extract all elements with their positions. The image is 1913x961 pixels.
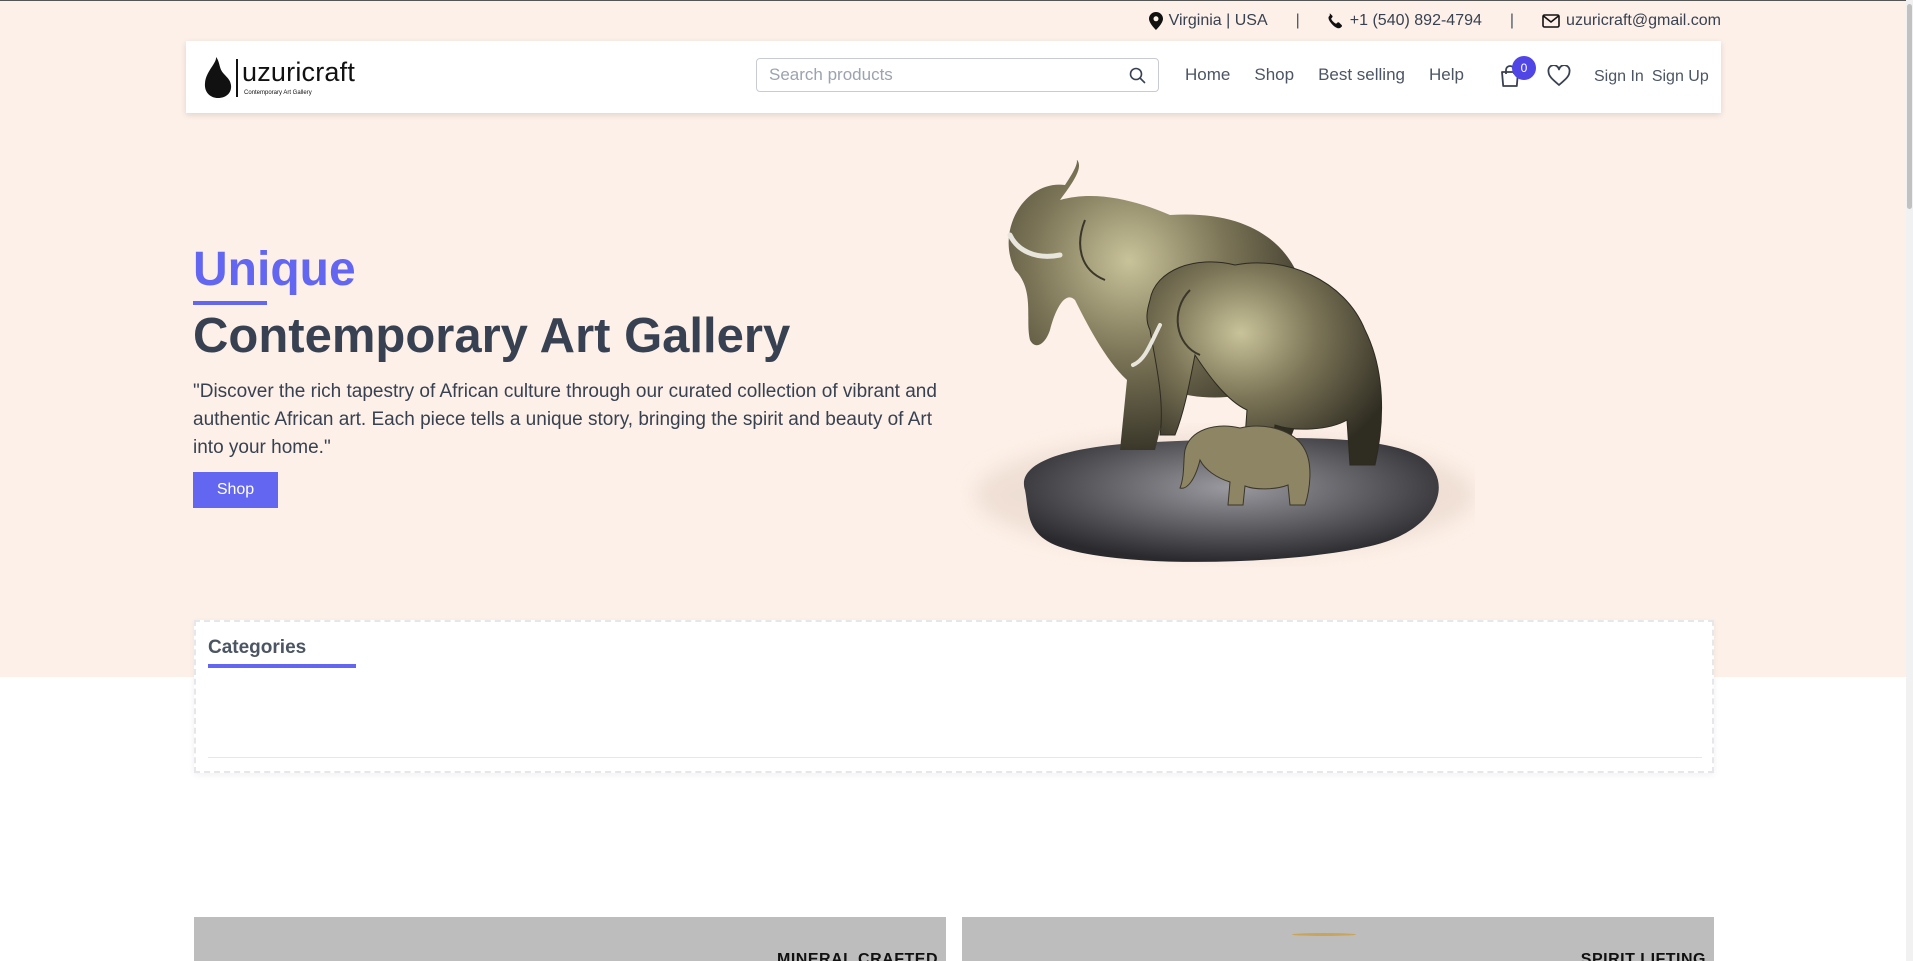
page-scrollbar[interactable] [1906, 0, 1913, 961]
nav-shop[interactable]: Shop [1254, 65, 1294, 85]
email-item[interactable]: uzuricraft@gmail.com [1542, 12, 1721, 30]
card-image-fragment [1292, 933, 1356, 936]
location-text: Virginia | USA [1168, 12, 1268, 29]
nav-home[interactable]: Home [1185, 65, 1230, 85]
phone-text: +1 (540) 892-4794 [1349, 12, 1482, 29]
heart-icon[interactable] [1547, 65, 1571, 87]
shop-button[interactable]: Shop [193, 472, 278, 508]
promo-card-spirit[interactable]: SPIRIT LIFTING [962, 917, 1714, 961]
hero-subtitle: Unique [193, 243, 356, 296]
cart-count-badge: 0 [1512, 56, 1536, 80]
sign-up-link[interactable]: Sign Up [1652, 68, 1709, 86]
contact-bar: Virginia | USA | +1 (540) 892-4794 | uzu… [1148, 12, 1721, 30]
separator: | [1295, 12, 1300, 29]
logo-name: uzuricraft [242, 57, 356, 87]
hero-description: "Discover the rich tapestry of African c… [193, 381, 937, 458]
promo-card-mineral[interactable]: MINERAL CRAFTED [194, 917, 946, 961]
main-nav: Home Shop Best selling Help [1185, 65, 1464, 85]
search-box [756, 58, 1159, 92]
search-icon[interactable] [1129, 67, 1146, 84]
categories-underline [208, 664, 356, 668]
nav-help[interactable]: Help [1429, 65, 1464, 85]
sign-in-link[interactable]: Sign In [1594, 68, 1644, 86]
promo-card-label: MINERAL CRAFTED [777, 951, 938, 961]
hero-subtitle-underline [193, 301, 267, 305]
window-border [0, 0, 1913, 1]
phone-icon [1328, 13, 1344, 29]
categories-title: Categories [208, 637, 307, 658]
elephant-sculpture-image [975, 160, 1475, 562]
mail-icon [1542, 14, 1560, 28]
separator: | [1509, 12, 1515, 29]
auth-links: Sign In Sign Up [1594, 68, 1709, 86]
categories-section: Categories [194, 620, 1714, 773]
map-pin-icon [1148, 12, 1163, 30]
logo-drop-icon [204, 57, 232, 98]
logo-divider [236, 59, 238, 97]
promo-card-label: SPIRIT LIFTING [1580, 951, 1706, 961]
logo[interactable]: uzuricraft Contemporary Art Gallery [202, 55, 356, 101]
email-text: uzuricraft@gmail.com [1566, 12, 1721, 29]
categories-divider [208, 757, 1702, 758]
phone-item[interactable]: +1 (540) 892-4794 [1328, 12, 1482, 30]
search-input[interactable] [757, 59, 1141, 91]
site-header: uzuricraft Contemporary Art Gallery Home… [186, 41, 1721, 113]
location-item: Virginia | USA [1148, 12, 1268, 30]
nav-best-selling[interactable]: Best selling [1318, 65, 1405, 85]
scrollbar-thumb[interactable] [1907, 4, 1912, 209]
hero-title: Contemporary Art Gallery [193, 309, 791, 363]
logo-tagline: Contemporary Art Gallery [244, 90, 312, 96]
